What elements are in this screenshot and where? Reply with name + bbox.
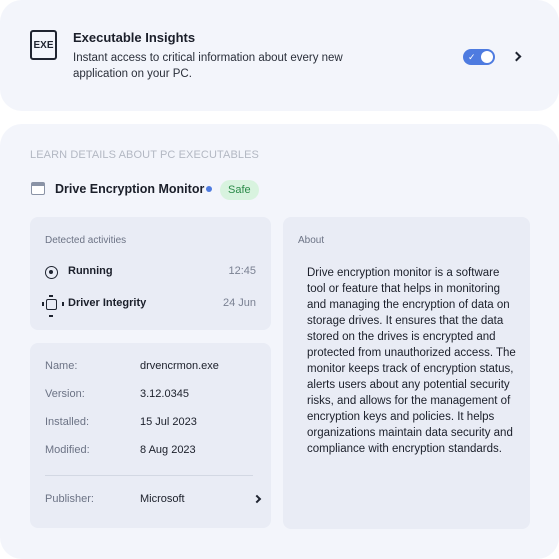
app-window-icon — [31, 182, 45, 195]
insights-title: Executable Insights — [73, 30, 196, 45]
chevron-right-icon[interactable] — [252, 494, 262, 504]
activity-name: Driver Integrity — [68, 297, 147, 309]
detail-value: 8 Aug 2023 — [140, 444, 196, 456]
about-label: About — [298, 235, 325, 246]
insights-toggle[interactable]: ✓ — [463, 49, 495, 65]
activity-row-driver-integrity: Driver Integrity 24 Jun — [42, 295, 256, 317]
section-heading: LEARN DETAILS ABOUT PC EXECUTABLES — [30, 149, 259, 161]
chip-icon — [42, 295, 64, 317]
executable-details-card: LEARN DETAILS ABOUT PC EXECUTABLES Drive… — [0, 124, 559, 559]
check-icon: ✓ — [468, 52, 476, 62]
about-text: Drive encryption monitor is a software t… — [307, 267, 516, 455]
insights-description: Instant access to critical information a… — [73, 52, 343, 80]
detected-activities-panel: Detected activities Running 12:45 Driver… — [30, 217, 271, 330]
executable-insights-card: EXE Executable Insights Instant access t… — [0, 0, 559, 111]
file-details-panel: Name: drvencrmon.exe Version: 3.12.0345 … — [30, 343, 271, 528]
activity-time: 24 Jun — [222, 297, 256, 309]
activity-time: 12:45 — [228, 265, 256, 277]
publisher-value: Microsoft — [140, 493, 185, 505]
app-name: Drive Encryption Monitor — [55, 182, 205, 196]
running-icon — [45, 266, 58, 279]
activity-name: Running — [68, 265, 113, 277]
detail-key: Name: — [45, 360, 78, 372]
status-dot — [206, 186, 212, 192]
activities-label: Detected activities — [45, 235, 127, 246]
chevron-right-icon[interactable] — [511, 51, 522, 62]
divider — [45, 475, 253, 476]
detail-row-modified: Modified: 8 Aug 2023 — [45, 444, 256, 460]
toggle-knob — [481, 51, 493, 63]
exe-icon: EXE — [30, 30, 57, 60]
about-panel: About Drive encryption monitor is a soft… — [283, 217, 530, 529]
detail-value: drvencrmon.exe — [140, 360, 219, 372]
detail-value: 15 Jul 2023 — [140, 416, 197, 428]
detail-key: Installed: — [45, 416, 90, 428]
publisher-key: Publisher: — [45, 493, 94, 505]
detail-value: 3.12.0345 — [140, 388, 189, 400]
detail-row-installed: Installed: 15 Jul 2023 — [45, 416, 256, 432]
publisher-row[interactable]: Publisher: Microsoft — [45, 493, 262, 509]
detail-row-version: Version: 3.12.0345 — [45, 388, 256, 404]
detail-row-name: Name: drvencrmon.exe — [45, 360, 256, 376]
detail-key: Version: — [45, 388, 85, 400]
status-badge: Safe — [220, 180, 259, 200]
detail-key: Modified: — [45, 444, 90, 456]
activity-row-running: Running 12:45 — [45, 265, 256, 281]
